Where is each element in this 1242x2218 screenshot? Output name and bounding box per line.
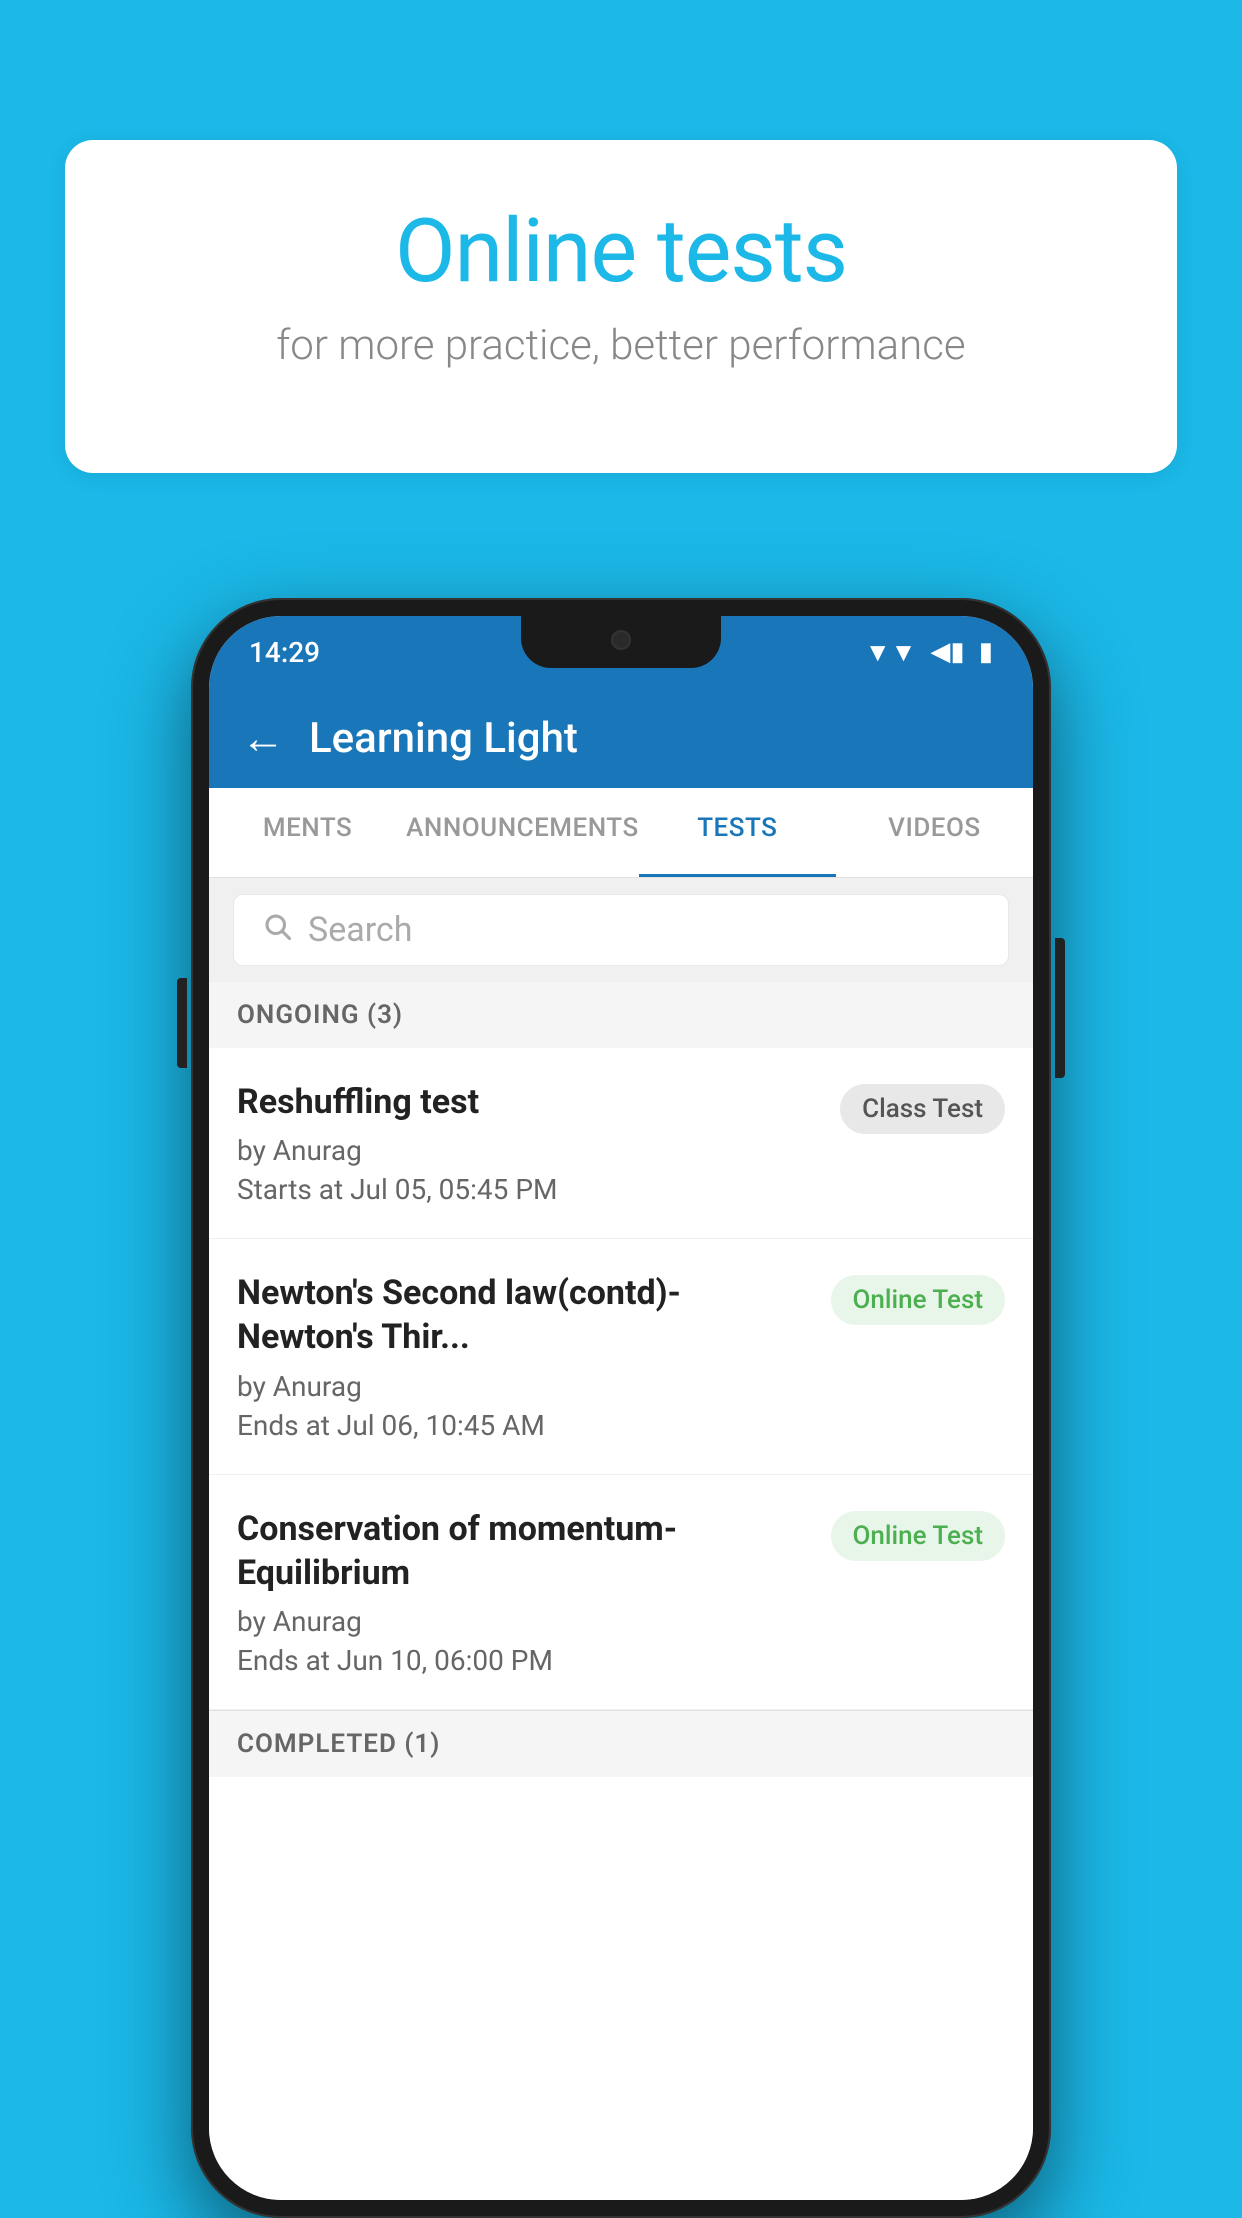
test-item[interactable]: Newton's Second law(contd)-Newton's Thir…	[209, 1239, 1033, 1474]
test-by: by Anurag	[237, 1605, 815, 1638]
phone-frame: 14:29 ▼▼ ◀▮ ▮ ← Learning Light MENTS ANN…	[191, 598, 1051, 2218]
test-badge-online-test: Online Test	[831, 1275, 1006, 1325]
search-placeholder: Search	[308, 910, 412, 950]
test-info: Newton's Second law(contd)-Newton's Thir…	[237, 1271, 831, 1441]
test-badge-online-test-2: Online Test	[831, 1511, 1006, 1561]
app-title: Learning Light	[309, 714, 578, 763]
test-name: Conservation of momentum-Equilibrium	[237, 1507, 815, 1595]
test-info: Conservation of momentum-Equilibrium by …	[237, 1507, 831, 1677]
bubble-subtitle: for more practice, better performance	[145, 321, 1097, 370]
test-date: Starts at Jul 05, 05:45 PM	[237, 1173, 824, 1206]
completed-section-header: COMPLETED (1)	[209, 1710, 1033, 1777]
status-time: 14:29	[249, 636, 320, 669]
tab-videos[interactable]: VIDEOS	[836, 788, 1033, 877]
test-item[interactable]: Conservation of momentum-Equilibrium by …	[209, 1475, 1033, 1710]
test-by: by Anurag	[237, 1134, 824, 1167]
bubble-card: Online tests for more practice, better p…	[65, 140, 1177, 473]
test-by: by Anurag	[237, 1370, 815, 1403]
promo-bubble: Online tests for more practice, better p…	[65, 140, 1177, 473]
test-date: Ends at Jun 10, 06:00 PM	[237, 1644, 815, 1677]
tests-list: Reshuffling test by Anurag Starts at Jul…	[209, 1048, 1033, 2200]
tab-announcements[interactable]: ANNOUNCEMENTS	[406, 788, 639, 877]
test-name: Reshuffling test	[237, 1080, 824, 1124]
ongoing-section-header: ONGOING (3)	[209, 982, 1033, 1048]
tabs-bar: MENTS ANNOUNCEMENTS TESTS VIDEOS	[209, 788, 1033, 878]
phone-notch	[521, 616, 721, 668]
phone-screen: 14:29 ▼▼ ◀▮ ▮ ← Learning Light MENTS ANN…	[209, 616, 1033, 2200]
camera	[611, 630, 631, 650]
test-info: Reshuffling test by Anurag Starts at Jul…	[237, 1080, 840, 1206]
search-icon	[262, 911, 292, 949]
battery-icon: ▮	[979, 637, 993, 667]
test-date: Ends at Jul 06, 10:45 AM	[237, 1409, 815, 1442]
search-container: Search	[209, 878, 1033, 982]
test-badge-class-test: Class Test	[840, 1084, 1005, 1134]
status-icons: ▼▼ ◀▮ ▮	[865, 637, 993, 668]
app-header: ← Learning Light	[209, 688, 1033, 788]
tab-tests[interactable]: TESTS	[639, 788, 836, 877]
bubble-title: Online tests	[145, 200, 1097, 303]
test-name: Newton's Second law(contd)-Newton's Thir…	[237, 1271, 815, 1359]
test-item[interactable]: Reshuffling test by Anurag Starts at Jul…	[209, 1048, 1033, 1239]
tab-ments[interactable]: MENTS	[209, 788, 406, 877]
signal-icon: ◀▮	[930, 637, 964, 667]
wifi-icon: ▼▼	[865, 637, 916, 668]
search-bar[interactable]: Search	[233, 894, 1009, 966]
back-button[interactable]: ←	[241, 712, 285, 764]
